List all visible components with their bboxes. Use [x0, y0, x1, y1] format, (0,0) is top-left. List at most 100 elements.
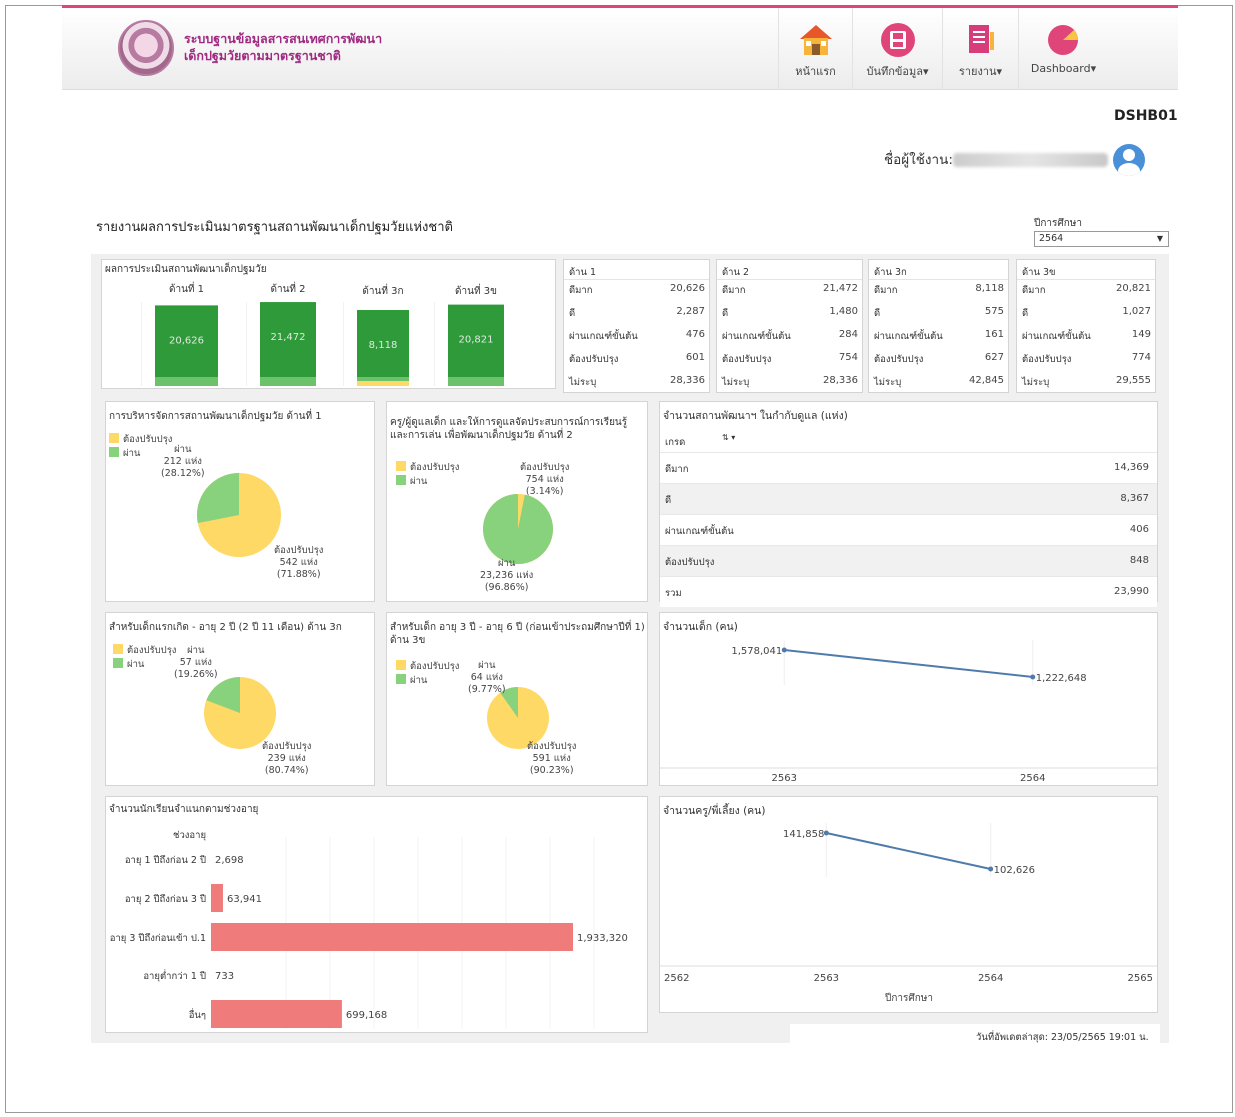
age-bar[interactable] [211, 1000, 342, 1028]
age-chart-panel: จำนวนนักเรียนจำแนกตามช่วงอายุ ช่วงอายุ อ… [105, 796, 648, 1033]
table-row-value: 149 [1131, 329, 1151, 340]
chevron-down-icon: ▼ [1156, 234, 1163, 243]
x-axis-label: ปีการศึกษา [884, 992, 933, 1004]
table-row-value: 28,336 [823, 375, 858, 386]
table-row: ผ่านเกณฑ์ขั้นต้น 149 [1017, 329, 1155, 349]
age-bar-value: 733 [215, 971, 234, 982]
table-row: ผ่านเกณฑ์ขั้นต้น 161 [869, 329, 1008, 349]
age-bar[interactable] [211, 923, 573, 951]
nav-report[interactable]: รายงาน▾ [942, 8, 1018, 90]
table-row-label: ต้องปรับปรุง [722, 354, 772, 365]
emblem-logo [118, 20, 174, 76]
line-point[interactable] [823, 830, 829, 836]
pie-label-pass: ผ่าน 212 แห่ง (28.12%) [161, 444, 205, 480]
age-bar-value: 699,168 [346, 1010, 387, 1021]
assessment-bar-value: 20,821 [459, 335, 494, 346]
nav-record[interactable]: บันทึกข้อมูล▾ [852, 8, 942, 90]
aspect-table-title: ด้าน 2 [722, 267, 750, 278]
table-row-value: 754 [838, 352, 858, 363]
grade-table-panel: จำนวนสถานพัฒนาฯ ในกำกับดูแล (แห่ง) เกรด … [659, 401, 1158, 607]
assessment-bar-value: 21,472 [271, 332, 306, 343]
aspect-table-4: ด้าน 3ข ดีมาก 20,821 ดี 1,027 ผ่านเกณฑ์ขั้นต้… [1016, 259, 1156, 393]
table-row: ต้องปรับปรุง 754 [717, 352, 862, 372]
table-row-label: ผ่านเกณฑ์ขั้นต้น [722, 331, 791, 342]
home-icon [799, 25, 832, 55]
x-tick-label: 2562 [664, 973, 689, 984]
line-point-label: 102,626 [994, 865, 1035, 876]
table-row-label: ดี [722, 308, 729, 319]
pie-title-aspect2: ครู/ผู้ดูแลเด็ก และให้การดูแลจัดประสบการ… [390, 417, 628, 441]
aspect-table-title: ด้าน 3ก [874, 267, 907, 278]
page-code: DSHB01 [1114, 108, 1178, 124]
table-divider [1017, 279, 1155, 280]
grade-table-title: จำนวนสถานพัฒนาฯ ในกำกับดูแล (แห่ง) [663, 410, 848, 422]
table-row-value: 1,027 [1122, 306, 1151, 317]
table-row-value: 1,480 [829, 306, 858, 317]
nav-home-label: หน้าแรก [795, 65, 836, 78]
brand-line-1: ระบบฐานข้อมูลสารสนเทศการพัฒนา [184, 31, 383, 46]
pie-label-pass: ผ่าน 23,236 แห่ง (96.86%) [480, 558, 533, 594]
assessment-bar-segment [448, 377, 504, 381]
assessment-bar-segment [155, 381, 218, 386]
table-row: ดีมาก 20,821 [1017, 283, 1155, 303]
legend-item-improve: ต้องปรับปรุง [113, 644, 176, 658]
line-series[interactable] [784, 649, 1033, 678]
year-filter-select[interactable]: 2564 ▼ [1034, 231, 1169, 247]
assessment-category-label: ด้านที่ 3ข [455, 283, 497, 297]
legend-swatch-pass [396, 475, 406, 485]
line-point-label: 141,858 [783, 829, 824, 840]
age-category-label: อายุ 3 ปีถึงก่อนเข้า ป.1 [110, 932, 206, 944]
pie-label-line: ต้องปรับปรุง [274, 545, 324, 556]
table-row-label: ไม่ระบุ [1022, 377, 1050, 388]
table-row-label: ดีมาก [874, 285, 898, 296]
legend-item-pass: ผ่าน [113, 658, 176, 672]
table-row: ไม่ระบุ 29,555 [1017, 375, 1155, 395]
pie-title-aspect3b: สำหรับเด็ก อายุ 3 ปี - อายุ 6 ปี (ก่อนเข… [390, 622, 645, 646]
nav-report-label: รายงาน▾ [958, 65, 1003, 78]
age-category-label: อายุต่ำกว่า 1 ปี [143, 969, 206, 982]
table-row-value: 284 [838, 329, 858, 340]
assessment-bar[interactable] [260, 302, 316, 386]
nav-dashboard[interactable]: Dashboard▾ [1018, 8, 1108, 90]
pie-label-pass: ผ่าน 64 แห่ง (9.77%) [468, 660, 506, 696]
assessment-bar-segment [357, 377, 409, 381]
line-point[interactable] [988, 866, 994, 872]
avatar[interactable] [1113, 144, 1145, 176]
assessment-category-label: ด้านที่ 1 [169, 281, 204, 295]
teachers-line-chart: 141,858 102,626 2562 2563 2564 2565 ปีการศึกษา [660, 823, 1157, 1004]
brand-title[interactable]: ระบบฐานข้อมูลสารสนเทศการพัฒนา เด็กปฐมวัย… [184, 30, 382, 64]
table-row: ต้องปรับปรุง 774 [1017, 352, 1155, 372]
line-point[interactable] [1030, 674, 1036, 680]
teachers-line-panel: จำนวนครู/พี่เลี้ยง (คน) 141,858 102,626 25… [659, 796, 1158, 1013]
pie-label-line: ผ่าน [174, 444, 192, 455]
pie-legend: ต้องปรับปรุงผ่าน [113, 644, 176, 672]
table-row: ต้องปรับปรุง 601 [564, 352, 709, 372]
age-bar-value: 2,698 [215, 855, 244, 866]
assessment-gridline [246, 302, 247, 386]
x-tick-label: 2563 [814, 973, 839, 984]
pie-title-aspect1: การบริหารจัดการสถานพัฒนาเด็กปฐมวัย ด้านท… [109, 411, 322, 422]
assessment-category-label: ด้านที่ 2 [270, 281, 305, 295]
table-row-value: 29,555 [1116, 375, 1151, 386]
legend-label-improve: ต้องปรับปรุง [127, 645, 177, 656]
sort-icon[interactable]: ⇅ ▾ [722, 433, 735, 442]
children-line-chart: 1,578,041 1,222,648 2563 2564 [660, 640, 1157, 784]
table-row: ดี 575 [869, 306, 1008, 326]
age-bar-value: 1,933,320 [577, 933, 628, 944]
legend-swatch-pass [109, 447, 119, 457]
age-bar[interactable] [211, 884, 223, 912]
pie-panel-aspect3b: สำหรับเด็ก อายุ 3 ปี - อายุ 6 ปี (ก่อนเข… [386, 612, 648, 786]
assessment-gridline [343, 302, 344, 386]
line-series[interactable] [826, 832, 991, 870]
table-row: รวม 23,990 [660, 576, 1157, 607]
line-point[interactable] [781, 647, 787, 653]
table-row-value: 42,845 [969, 375, 1004, 386]
assessment-chart: ด้านที่ 1 20,626 ด้านที่ 2 21,472 ด้านที่ 3ก… [141, 281, 504, 386]
assessment-bar-segment [260, 377, 316, 381]
pie-label-line: 64 แห่ง [470, 672, 503, 683]
legend-label-improve: ต้องปรับปรุง [410, 661, 460, 672]
table-row-label: ต้องปรับปรุง [874, 354, 924, 365]
table-row: ผ่านเกณฑ์ขั้นต้น 476 [564, 329, 709, 349]
table-row-value: 28,336 [670, 375, 705, 386]
nav-home[interactable]: หน้าแรก [778, 8, 852, 90]
